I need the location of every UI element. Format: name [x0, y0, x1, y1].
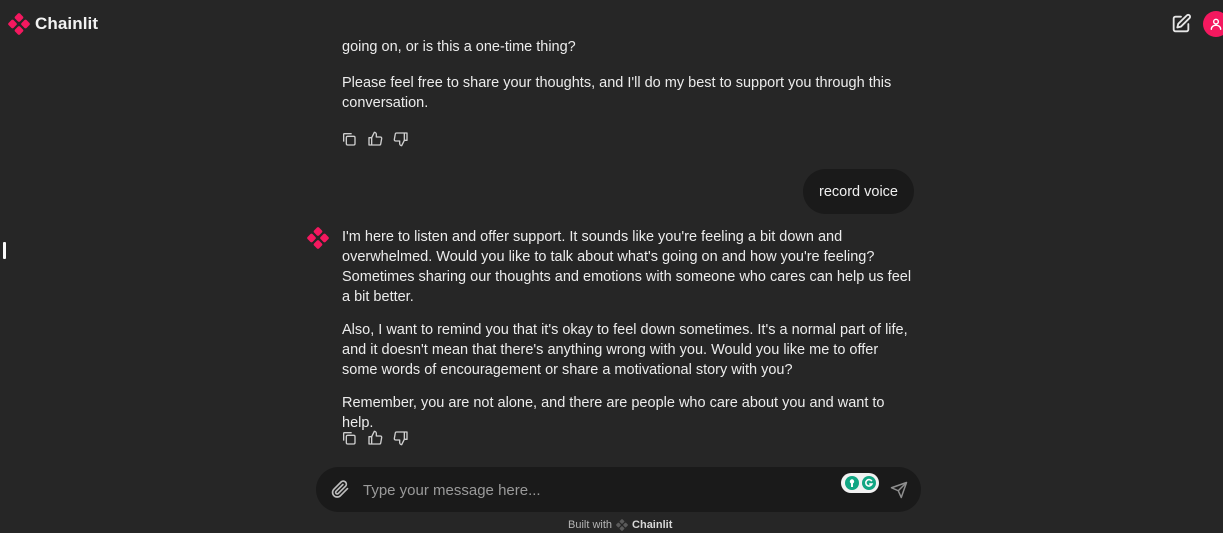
message-paragraph: Also, I want to remind you that it's oka…	[342, 322, 908, 378]
assistant-message: I'm here to listen and offer support. It…	[342, 227, 917, 446]
chainlit-logo[interactable]: Chainlit	[8, 13, 98, 35]
message-paragraph: I'm here to listen and offer support. It…	[342, 229, 912, 305]
chainlit-logo-icon	[8, 13, 30, 35]
paperclip-icon[interactable]	[330, 479, 350, 499]
grammarly-widget[interactable]	[841, 473, 879, 493]
built-with-label: Built with	[568, 519, 613, 531]
copy-icon[interactable]	[341, 131, 357, 147]
thumbs-up-icon[interactable]	[367, 131, 383, 147]
thumbs-down-icon[interactable]	[393, 131, 409, 147]
grammarly-icon	[861, 476, 876, 490]
message-paragraph: Please feel free to share your thoughts,…	[342, 75, 892, 111]
message-paragraph: Remember, you are not alone, and there a…	[342, 395, 885, 431]
edit-icon[interactable]	[1170, 13, 1192, 35]
thumbs-down-icon[interactable]	[393, 430, 409, 446]
previous-message-cutoff-line: going on, or is this a one-time thing?	[342, 40, 576, 55]
message-actions	[341, 430, 409, 446]
footer-brand[interactable]: Chainlit	[632, 519, 672, 531]
header: Chainlit	[0, 0, 1223, 48]
message-actions	[341, 131, 409, 147]
user-message-text: record voice	[819, 183, 898, 200]
previous-assistant-message: Please feel free to share your thoughts,…	[342, 73, 917, 126]
user-message: record voice	[803, 169, 914, 214]
message-input[interactable]	[361, 476, 835, 504]
brand-name: Chainlit	[35, 14, 99, 33]
assistant-avatar-icon	[307, 227, 329, 249]
message-composer	[316, 467, 921, 512]
thumbs-up-icon[interactable]	[367, 430, 383, 446]
grammarly-assist-icon	[844, 476, 859, 490]
send-icon[interactable]	[890, 481, 908, 499]
chainlit-footer-icon	[616, 519, 628, 531]
user-avatar[interactable]	[1203, 11, 1223, 37]
scroll-indicator[interactable]	[3, 242, 6, 259]
copy-icon[interactable]	[341, 430, 357, 446]
footer: Built with Chainlit	[568, 519, 672, 531]
user-icon	[1210, 18, 1222, 30]
